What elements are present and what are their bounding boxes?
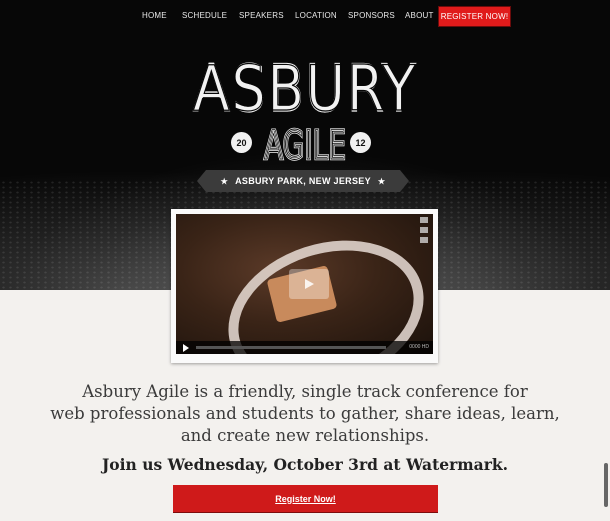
logo-subtitle-inline: AGILE	[264, 123, 346, 164]
nav-sponsors[interactable]: SPONSORS	[348, 11, 395, 20]
star-icon: ★	[220, 176, 229, 186]
conference-description: Asbury Agile is a friendly, single track…	[30, 381, 580, 447]
location-text: ASBURY PARK, NEW JERSEY	[235, 176, 371, 186]
event-date-text: Join us Wednesday, October 3rd at Waterm…	[101, 455, 509, 474]
nav-home[interactable]: HOME	[142, 11, 167, 20]
description-line: and create new relationships.	[180, 426, 430, 445]
video-player-frame: 0000 HD	[171, 209, 438, 363]
logo-title-inline: ASBURY	[193, 52, 417, 120]
logo-title-wordmark: ASBURY ASBURY	[191, 52, 417, 120]
video-side-controls	[419, 217, 429, 247]
description-line: Asbury Agile is a friendly, single track…	[82, 382, 528, 401]
year-badge-right: 12	[350, 132, 371, 153]
play-button[interactable]	[289, 269, 329, 299]
year-badge-left: 20	[231, 132, 252, 153]
star-icon: ★	[377, 176, 386, 186]
register-now-button[interactable]: Register Now!	[173, 485, 438, 512]
control-play-icon[interactable]	[183, 344, 189, 352]
conference-logo: ASBURY ASBURY	[190, 52, 420, 120]
main-nav: HOME SCHEDULE SPEAKERS LOCATION SPONSORS…	[0, 6, 610, 28]
share-icon[interactable]	[420, 237, 428, 243]
nav-speakers[interactable]: SPEAKERS	[239, 11, 284, 20]
nav-location[interactable]: LOCATION	[295, 11, 337, 20]
location-ribbon: ★ ASBURY PARK, NEW JERSEY ★	[197, 170, 409, 192]
nav-schedule[interactable]: SCHEDULE	[182, 11, 227, 20]
logo-subtitle-wordmark: AGILE AGILE	[263, 122, 348, 164]
video-time: 0000 HD	[409, 344, 429, 350]
video-player[interactable]: 0000 HD	[176, 214, 433, 354]
nav-about[interactable]: ABOUT	[405, 11, 434, 20]
watch-later-icon[interactable]	[420, 227, 428, 233]
video-progress-bar[interactable]	[196, 346, 386, 349]
play-icon	[305, 279, 314, 289]
video-controls: 0000 HD	[176, 341, 433, 354]
like-icon[interactable]	[420, 217, 428, 223]
description-line: web professionals and students to gather…	[50, 404, 560, 423]
nav-register-button[interactable]: REGISTER NOW!	[438, 6, 511, 27]
scrollbar-thumb[interactable]	[604, 463, 608, 507]
